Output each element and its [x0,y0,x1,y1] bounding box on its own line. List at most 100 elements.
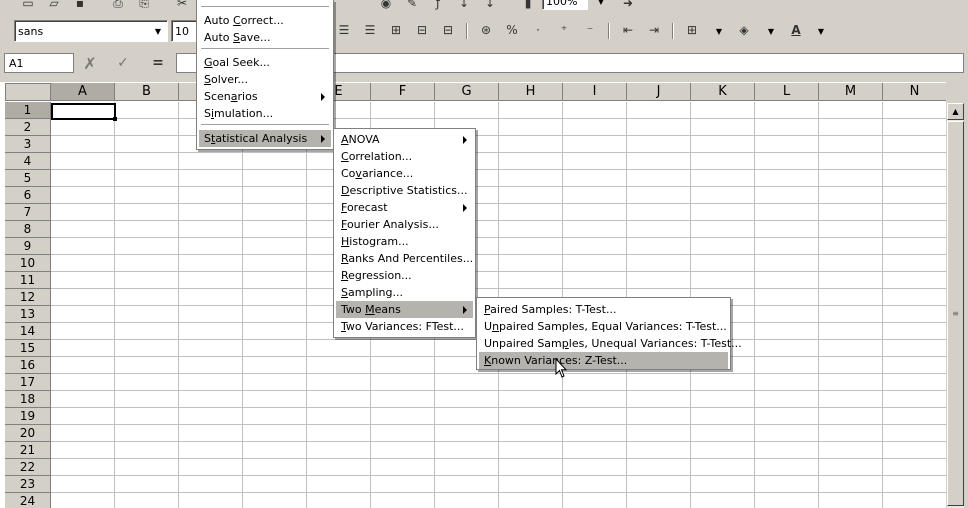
menu-item[interactable]: Simulation... [199,105,331,122]
menu-item[interactable]: Unpaired Samples, Unequal Variances: T-T… [479,335,742,352]
zoom-dropdown-icon[interactable]: ▼ [594,0,608,8]
menu-item[interactable]: Paired Samples: T-Test... [479,301,728,318]
add-decimal-icon[interactable]: ⁺ [554,21,574,39]
background-color-icon[interactable]: ◈ [734,21,754,39]
row-header[interactable]: 4 [5,153,51,170]
column-header[interactable]: G [435,83,499,101]
row-header[interactable]: 7 [5,204,51,221]
menu-item[interactable]: Unpaired Samples, Equal Variances: T-Tes… [479,318,728,335]
menu-item[interactable]: Descriptive Statistics... [336,182,473,199]
row-header[interactable]: 15 [5,340,51,357]
menu-item[interactable]: Goal Seek... [199,54,331,71]
row-header[interactable]: 5 [5,170,51,187]
menu-item[interactable]: Auto Correct... [199,12,331,29]
cut-icon[interactable]: ✂ [172,0,192,12]
save-icon[interactable]: ▪ [70,0,90,12]
cancel-icon[interactable]: ✗ [80,54,100,73]
row-header[interactable]: 17 [5,374,51,391]
menu-item[interactable]: Two Means [336,301,473,318]
row-header[interactable]: 10 [5,255,51,272]
column-header[interactable]: K [691,83,755,101]
background-color-dropdown-icon[interactable]: ▼ [764,21,778,41]
print-icon[interactable]: ⎙ [108,0,128,12]
scroll-up-icon[interactable]: ▲ [947,103,964,120]
print-preview-icon[interactable]: ⎘ [134,0,154,12]
sort-ascending-icon[interactable]: ↓ [454,0,474,12]
borders-icon[interactable]: ⊞ [682,21,702,39]
row-header[interactable]: 1 [5,102,51,119]
new-icon[interactable]: ▭ [18,0,38,12]
column-header[interactable]: L [755,83,819,101]
row-header[interactable]: 21 [5,442,51,459]
scroll-thumb[interactable]: ≡ [947,121,964,506]
menu-item[interactable]: Known Variances: Z-Test... [479,352,728,369]
row-header[interactable]: 16 [5,357,51,374]
menu-item[interactable]: Statistical Analysis [199,130,331,147]
menu-item[interactable]: Forecast [336,199,473,216]
column-header[interactable]: F [371,83,435,101]
menu-item[interactable]: Solver... [199,71,331,88]
menu-item[interactable]: Fourier Analysis... [336,216,473,233]
split-cells-icon[interactable]: ⊟ [438,21,458,39]
zoom-combo[interactable]: 100% [542,0,588,10]
thousands-separator-icon[interactable]: · [528,21,548,39]
row-header[interactable]: 6 [5,187,51,204]
font-name-dropdown-icon[interactable]: ▼ [151,21,165,41]
row-header[interactable]: 22 [5,459,51,476]
column-header[interactable]: N [883,83,946,101]
align-center-icon[interactable]: ☰ [334,21,354,39]
cell-reference-box[interactable]: A1 [4,53,74,73]
font-name-combo[interactable]: sans [14,20,168,42]
menu-item[interactable]: Histogram... [336,233,473,250]
increase-indent-icon[interactable]: ⇥ [644,21,664,39]
column-header[interactable]: A [51,83,115,101]
row-header[interactable]: 11 [5,272,51,289]
remove-decimal-icon[interactable]: ⁻ [580,21,600,39]
column-header[interactable]: M [819,83,883,101]
select-all-corner[interactable] [5,83,51,101]
column-header[interactable]: H [499,83,563,101]
font-size-combo[interactable]: 10 [171,20,197,42]
menu-item[interactable]: Regression... [336,267,473,284]
borders-dropdown-icon[interactable]: ▼ [712,21,726,41]
insert-object-icon[interactable]: ◉ [376,0,396,12]
row-header[interactable]: 3 [5,136,51,153]
column-header[interactable]: B [115,83,179,101]
row-header[interactable]: 18 [5,391,51,408]
decrease-indent-icon[interactable]: ⇤ [618,21,638,39]
fill-handle[interactable] [113,117,117,121]
open-icon[interactable]: ▱ [44,0,64,12]
sort-descending-icon[interactable]: ↓ [480,0,500,12]
active-cell[interactable] [51,103,116,120]
row-header[interactable]: 19 [5,408,51,425]
row-header[interactable]: 9 [5,238,51,255]
function-icon[interactable]: ƒ [428,0,448,12]
merge-cells-icon[interactable]: ⊞ [386,21,406,39]
goto-icon[interactable]: ➜ [618,0,638,12]
row-header[interactable]: 23 [5,476,51,493]
menu-item[interactable]: Two Variances: FTest... [336,318,473,335]
menu-item[interactable]: Scenarios [199,88,331,105]
menu-item[interactable]: Ranks And Percentiles... [336,250,473,267]
insert-chart-icon[interactable]: ✎ [402,0,422,12]
row-header[interactable]: 12 [5,289,51,306]
row-header[interactable]: 14 [5,323,51,340]
menu-item[interactable]: Correlation... [336,148,473,165]
font-color-icon[interactable]: A [786,21,806,39]
font-color-dropdown-icon[interactable]: ▼ [814,21,828,41]
center-across-icon[interactable]: ⊟ [412,21,432,39]
equals-button[interactable]: = [148,54,168,72]
row-header[interactable]: 20 [5,425,51,442]
align-right-icon[interactable]: ☰ [360,21,380,39]
row-header[interactable]: 13 [5,306,51,323]
menu-item[interactable]: Auto Save... [199,29,331,46]
column-header[interactable]: I [563,83,627,101]
chart-icon[interactable]: ▮ [518,0,538,12]
accept-icon[interactable]: ✓ [113,54,133,72]
row-header[interactable]: 8 [5,221,51,238]
menu-item[interactable]: ANOVA [336,131,473,148]
menu-item[interactable]: Sampling... [336,284,473,301]
menu-item[interactable]: Covariance... [336,165,473,182]
currency-icon[interactable]: ⊛ [476,21,496,39]
vertical-scrollbar[interactable]: ▲ ≡ [946,103,964,508]
